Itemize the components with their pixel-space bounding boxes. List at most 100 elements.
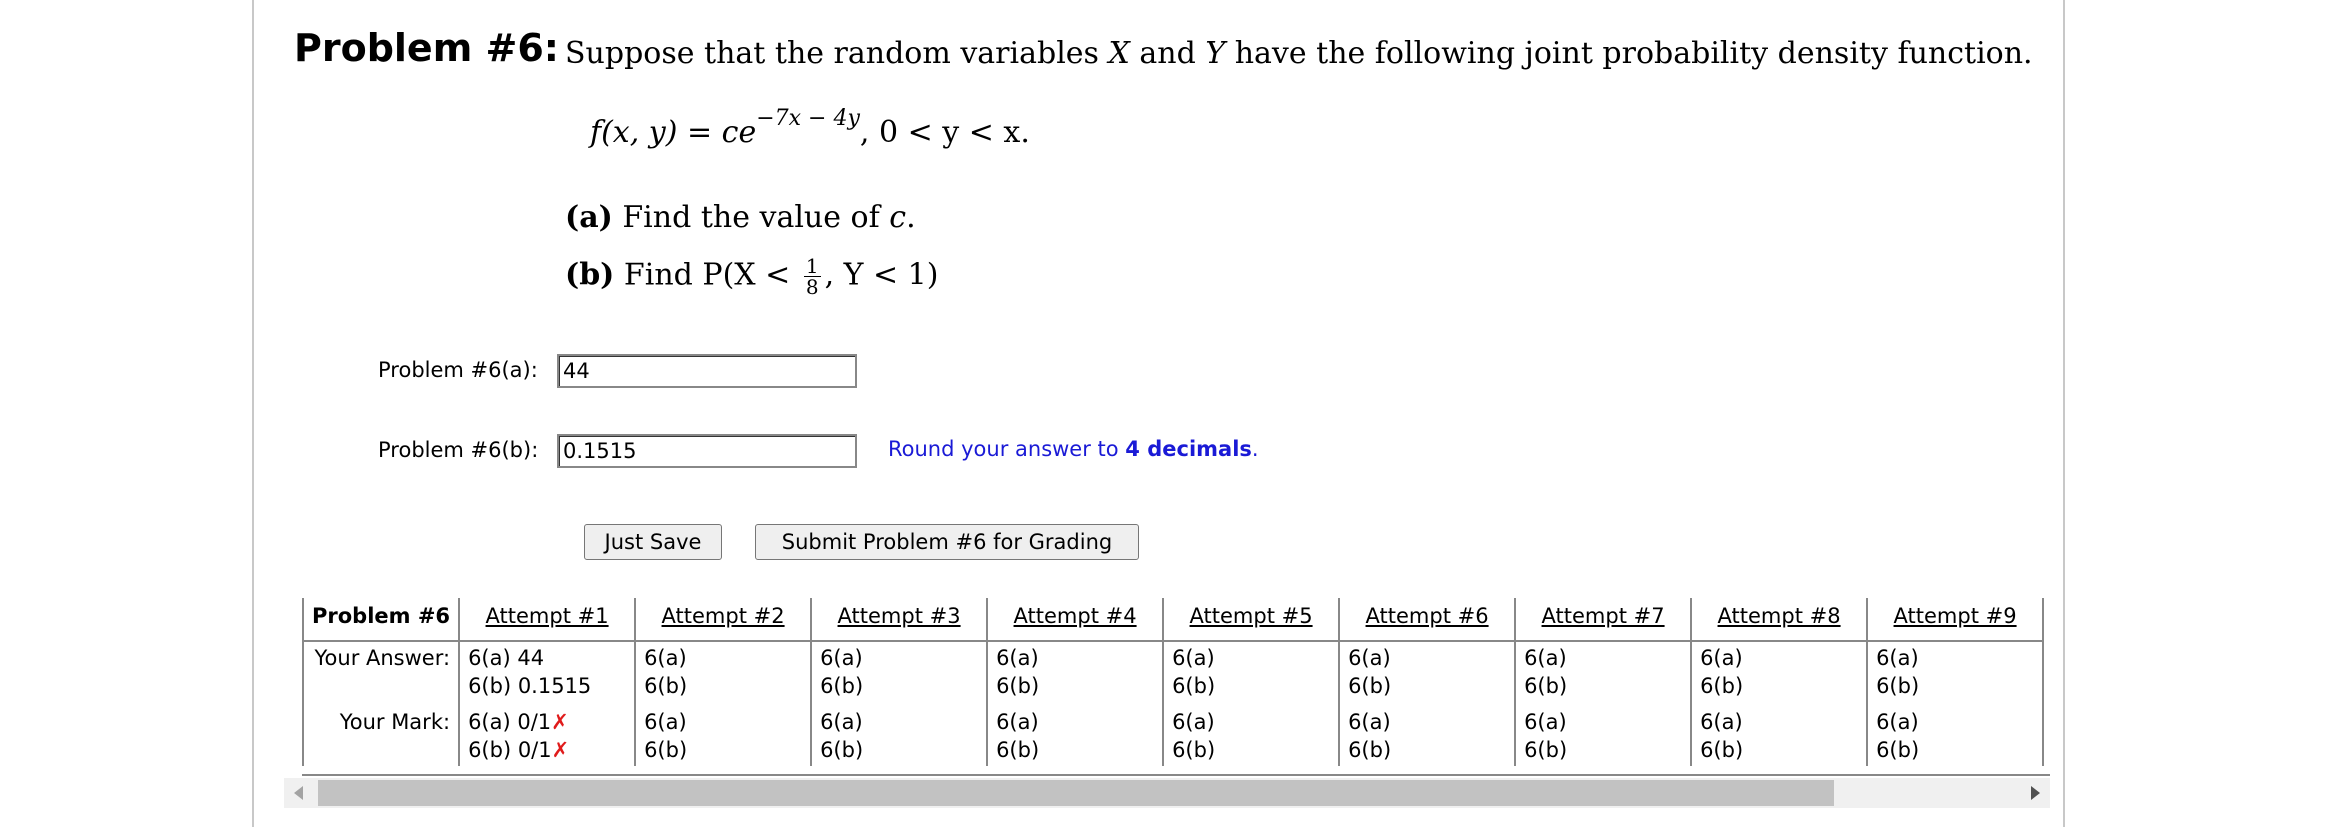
answer-a-value: 6(a): [1348, 646, 1391, 670]
mark-a-value: 6(a): [996, 708, 1154, 736]
answer-a-value: 6(a): [1172, 646, 1215, 670]
attempts-table-container: Problem #6 Attempt #1 Attempt #2 Attempt #…: [302, 598, 2050, 776]
mark-a-value: 6(a): [1876, 708, 2034, 736]
var-x: X: [1108, 36, 1130, 71]
x-mark-icon: ✗: [551, 738, 570, 762]
answer-a-value: 6(a) 44: [468, 646, 545, 670]
mark-a-value: 6(a): [820, 708, 978, 736]
attempt-answer-cell: 6(a) 6(b): [1691, 641, 1869, 702]
mark-b-value: 6(b): [644, 736, 802, 764]
x-mark-icon: ✗: [551, 710, 569, 734]
answer-a-value: 6(a): [1876, 646, 1919, 670]
your-mark-label: Your Mark:: [302, 702, 461, 766]
answer-b-label: Problem #6(b):: [378, 438, 539, 462]
attempt-header-1[interactable]: Attempt #1: [459, 598, 637, 642]
attempt-answer-cell: 6(a) 6(b): [987, 641, 1165, 702]
attempt-header-7[interactable]: Attempt #7: [1515, 598, 1693, 642]
mark-text: 6(a): [644, 710, 687, 734]
mark-text: 6(b) 0/1: [468, 738, 552, 762]
mark-text: 6(a): [1348, 710, 1391, 734]
pdf-formula: f(x, y) = ce−7x − 4y, 0 < y < x.: [590, 106, 1030, 150]
rounding-hint: Round your answer to 4 decimals.: [888, 437, 1259, 461]
attempt-header-3[interactable]: Attempt #3: [811, 598, 989, 642]
answer-a-value: 6(a): [820, 646, 863, 670]
mark-text: 6(b): [644, 738, 688, 762]
mark-text: 6(b): [1172, 738, 1216, 762]
mark-text: 6(b): [1524, 738, 1568, 762]
attempt-mark-cell: 6(a) 6(b): [1339, 702, 1517, 766]
mark-a-value: 6(a) 0/1✗: [468, 708, 626, 736]
attempt-answer-cell: 6(a) 6(b): [811, 641, 989, 702]
your-answer-label: Your Answer:: [302, 641, 461, 702]
mark-text: 6(b): [996, 738, 1040, 762]
scrollbar-thumb[interactable]: [318, 780, 1834, 806]
attempt-answer-cell: 6(a) 6(b): [1339, 641, 1517, 702]
part-a-question: (a) Find the value of c.: [565, 200, 916, 235]
mark-b-value: 6(b): [1348, 736, 1506, 764]
arrow-right-icon[interactable]: [2031, 786, 2040, 800]
mark-text: 6(b): [1348, 738, 1392, 762]
fraction: 18: [803, 254, 821, 299]
mark-text: 6(a): [996, 710, 1039, 734]
answer-b-value: 6(b): [644, 674, 688, 698]
mark-a-value: 6(a): [1172, 708, 1330, 736]
mark-b-value: 6(b): [1700, 736, 1858, 764]
answer-a-input[interactable]: [557, 354, 857, 388]
table-header-problem: Problem #6: [302, 598, 461, 642]
answer-b-value: 6(b) 0.1515: [468, 674, 592, 698]
attempt-mark-cell: 6(a) 6(b): [811, 702, 989, 766]
attempt-header-6[interactable]: Attempt #6: [1339, 598, 1517, 642]
attempts-table: Problem #6 Attempt #1 Attempt #2 Attempt #…: [302, 598, 2045, 766]
attempt-answer-cell: 6(a) 6(b): [1867, 641, 2045, 702]
attempt-mark-cell: 6(a) 6(b): [1515, 702, 1693, 766]
answer-b-value: 6(b): [820, 674, 864, 698]
problem-intro: Suppose that the random variables X and …: [565, 36, 2033, 71]
mark-text: 6(a): [1876, 710, 1919, 734]
attempt-mark-cell: 6(a) 0/1✗ 6(b) 0/1✗: [459, 702, 637, 766]
attempt-header-8[interactable]: Attempt #8: [1691, 598, 1869, 642]
var-y: Y: [1205, 36, 1226, 71]
answer-a-value: 6(a): [1700, 646, 1743, 670]
mark-a-value: 6(a): [1348, 708, 1506, 736]
just-save-button[interactable]: Just Save: [584, 524, 722, 560]
mark-text: 6(a): [820, 710, 863, 734]
mark-b-value: 6(b): [820, 736, 978, 764]
arrow-left-icon[interactable]: [294, 786, 303, 800]
mark-a-value: 6(a): [1700, 708, 1858, 736]
answer-b-value: 6(b): [1524, 674, 1568, 698]
mark-b-value: 6(b): [1524, 736, 1682, 764]
answer-a-label: Problem #6(a):: [378, 358, 538, 382]
attempt-header-2[interactable]: Attempt #2: [635, 598, 813, 642]
mark-text: 6(b): [1876, 738, 1920, 762]
answer-b-value: 6(b): [996, 674, 1040, 698]
answer-b-value: 6(b): [1876, 674, 1920, 698]
mark-b-value: 6(b): [1172, 736, 1330, 764]
mark-text: 6(a): [1524, 710, 1567, 734]
attempt-header-5[interactable]: Attempt #5: [1163, 598, 1341, 642]
mark-text: 6(a): [1700, 710, 1743, 734]
mark-a-value: 6(a): [644, 708, 802, 736]
attempt-mark-cell: 6(a) 6(b): [1163, 702, 1341, 766]
your-mark-row: Your Mark: 6(a) 0/1✗ 6(b) 0/1✗ 6(a) 6(b) 6(a…: [302, 702, 2045, 766]
attempt-answer-cell: 6(a) 6(b): [1515, 641, 1693, 702]
attempt-mark-cell: 6(a) 6(b): [987, 702, 1165, 766]
attempt-header-4[interactable]: Attempt #4: [987, 598, 1165, 642]
mark-text: 6(b): [820, 738, 864, 762]
part-b-question: (b) Find P(X < 18, Y < 1): [565, 254, 939, 299]
answer-b-value: 6(b): [1172, 674, 1216, 698]
mark-text: 6(a): [1172, 710, 1215, 734]
problem-title: Problem #6:: [294, 26, 559, 70]
attempt-mark-cell: 6(a) 6(b): [1691, 702, 1869, 766]
mark-text: 6(a) 0/1: [468, 710, 552, 734]
answer-a-value: 6(a): [996, 646, 1039, 670]
attempt-header-9[interactable]: Attempt #9: [1867, 598, 2045, 642]
mark-b-value: 6(b) 0/1✗: [468, 736, 626, 764]
answer-b-input[interactable]: [557, 434, 857, 468]
submit-grading-button[interactable]: Submit Problem #6 for Grading: [755, 524, 1139, 560]
horizontal-scrollbar[interactable]: [284, 778, 2050, 808]
mark-a-value: 6(a): [1524, 708, 1682, 736]
answer-a-value: 6(a): [644, 646, 687, 670]
table-header-row: Problem #6 Attempt #1 Attempt #2 Attempt #…: [302, 598, 2045, 642]
page-border-right: [2063, 0, 2065, 827]
your-answer-row: Your Answer: 6(a) 44 6(b) 0.1515 6(a) 6(b) 6…: [302, 641, 2045, 702]
